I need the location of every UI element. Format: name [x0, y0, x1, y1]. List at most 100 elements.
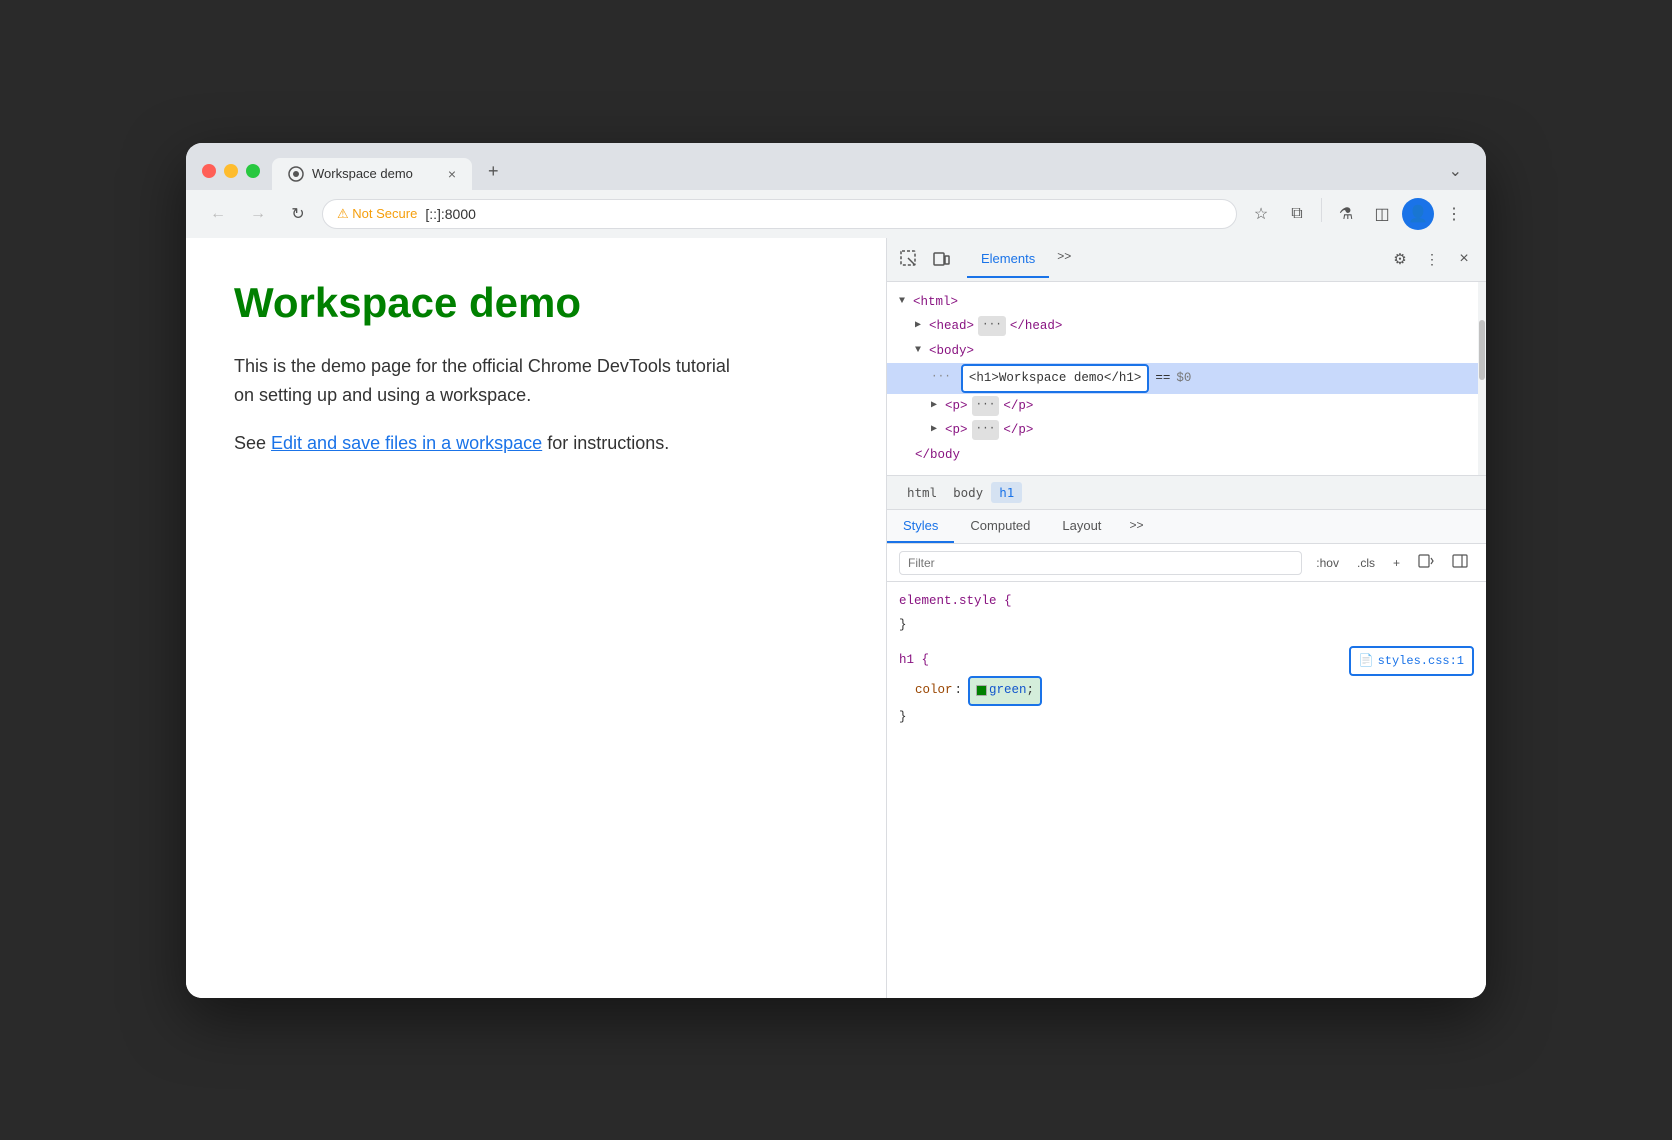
- maximize-window-button[interactable]: [246, 164, 260, 178]
- workspace-link[interactable]: Edit and save files in a workspace: [271, 433, 542, 453]
- h1-close-brace: }: [899, 710, 907, 724]
- styles-tabs: Styles Computed Layout >>: [887, 510, 1486, 544]
- dom-h1-line[interactable]: ··· <h1>Workspace demo</h1> == $0: [887, 363, 1486, 394]
- computed-icon: [1418, 553, 1434, 569]
- paragraph-2-before: See: [234, 433, 271, 453]
- address-bar[interactable]: ⚠ Not Secure [::]:8000: [322, 199, 1237, 229]
- breadcrumb-h1[interactable]: h1: [991, 482, 1022, 503]
- dom-scrollbar-track: [1478, 282, 1486, 476]
- bookmark-button[interactable]: ☆: [1245, 198, 1277, 230]
- dom-p2-line[interactable]: ▶ <p> ··· </p>: [887, 418, 1486, 443]
- devtools-panel: Elements >> ⚙ ⋮ ×: [886, 238, 1486, 998]
- h1-rule-header: h1 { 📄 styles.css:1: [899, 646, 1474, 677]
- more-options-icon: ⋮: [1425, 251, 1439, 268]
- dom-body-tag: <body>: [929, 340, 974, 363]
- browser-window: Workspace demo × + ⌄ ← → ↻ ⚠ Not Secure …: [186, 143, 1486, 998]
- dom-p2-open: <p>: [945, 419, 968, 442]
- lab-button[interactable]: ⚗: [1330, 198, 1362, 230]
- dom-head-close: </head>: [1010, 315, 1063, 338]
- extension-icon: ⧉: [1291, 205, 1302, 223]
- tab-favicon: [288, 166, 304, 182]
- traffic-lights: [202, 164, 260, 190]
- dom-p2-close: </p>: [1003, 419, 1033, 442]
- devtools-more-button[interactable]: ⋮: [1418, 245, 1446, 273]
- split-icon: ◫: [1374, 204, 1389, 224]
- head-ellipsis[interactable]: ···: [978, 316, 1006, 336]
- devtools-toolbar-right: ⚙ ⋮ ×: [1386, 245, 1478, 273]
- hov-button[interactable]: :hov: [1310, 553, 1345, 573]
- dom-p1-close: </p>: [1003, 395, 1033, 418]
- dom-equals: ==: [1155, 367, 1170, 390]
- dom-dots-icon: ···: [931, 368, 951, 388]
- inspect-icon: [900, 250, 918, 268]
- dom-head-open: <head>: [929, 315, 974, 338]
- styles-filter-input[interactable]: [899, 551, 1302, 575]
- computed-style-button[interactable]: [1412, 550, 1440, 575]
- breadcrumb-bar: html body h1: [887, 476, 1486, 510]
- dom-scrollbar-thumb[interactable]: [1479, 320, 1485, 380]
- cls-button[interactable]: .cls: [1351, 553, 1381, 573]
- color-value: green: [989, 683, 1027, 697]
- new-tab-button[interactable]: +: [476, 153, 511, 190]
- active-tab[interactable]: Workspace demo ×: [272, 158, 472, 190]
- styles-css-link[interactable]: 📄 styles.css:1: [1349, 646, 1474, 677]
- tab-list-button[interactable]: ⌄: [1441, 153, 1470, 189]
- element-style-selector: element.style {: [899, 590, 1474, 614]
- devtools-tabs: Elements >>: [959, 241, 1382, 278]
- profile-button[interactable]: 👤: [1402, 198, 1434, 230]
- forward-button[interactable]: →: [242, 198, 274, 230]
- dom-html-line[interactable]: ▼ <html>: [887, 290, 1486, 315]
- back-icon: ←: [210, 205, 226, 223]
- inspect-element-button[interactable]: [895, 245, 923, 273]
- split-button[interactable]: ◫: [1366, 198, 1398, 230]
- styles-tab[interactable]: Styles: [887, 510, 954, 543]
- element-style-text: element.style {: [899, 594, 1012, 608]
- back-button[interactable]: ←: [202, 198, 234, 230]
- menu-button[interactable]: ⋮: [1438, 198, 1470, 230]
- element-style-close-brace: }: [899, 618, 907, 632]
- layout-tab[interactable]: Layout: [1046, 510, 1117, 543]
- close-icon: ×: [1459, 250, 1468, 268]
- p2-ellipsis[interactable]: ···: [972, 420, 1000, 440]
- paragraph-2: See Edit and save files in a workspace f…: [234, 429, 734, 458]
- triangle-html: ▼: [899, 293, 909, 311]
- devtools-close-button[interactable]: ×: [1450, 245, 1478, 273]
- styles-panel: Styles Computed Layout >> :hov .cls +: [887, 510, 1486, 998]
- computed-tab[interactable]: Computed: [954, 510, 1046, 543]
- dom-body-close-partial[interactable]: </body: [887, 443, 1486, 468]
- dom-head-line[interactable]: ▶ <head> ··· </head>: [887, 314, 1486, 339]
- dom-html-tag: <html>: [913, 291, 958, 314]
- refresh-icon: ↻: [291, 204, 304, 224]
- dom-p1-line[interactable]: ▶ <p> ··· </p>: [887, 394, 1486, 419]
- devtools-settings-button[interactable]: ⚙: [1386, 245, 1414, 273]
- navigation-bar: ← → ↻ ⚠ Not Secure [::]:8000 ☆ ⧉ ⚗ ◫: [186, 190, 1486, 238]
- page-body: This is the demo page for the official C…: [234, 352, 734, 458]
- more-styles-tabs-button[interactable]: >>: [1117, 510, 1155, 543]
- h1-rule-close: }: [899, 706, 1474, 730]
- minimize-window-button[interactable]: [224, 164, 238, 178]
- styles-content: element.style { } h1 { 📄 styles.css:1: [887, 582, 1486, 746]
- breadcrumb-html[interactable]: html: [899, 482, 945, 503]
- sidebar-button[interactable]: [1446, 550, 1474, 575]
- color-property: color: [915, 679, 953, 703]
- element-style-rule: element.style { }: [899, 590, 1474, 638]
- dom-dollar-zero: $0: [1176, 367, 1191, 390]
- title-bar: Workspace demo × + ⌄: [186, 143, 1486, 190]
- extension-button[interactable]: ⧉: [1281, 198, 1313, 230]
- elements-tab[interactable]: Elements: [967, 241, 1049, 278]
- more-tabs-button[interactable]: >>: [1049, 241, 1079, 278]
- dom-body-partial: </body: [915, 444, 960, 467]
- bookmark-icon: ☆: [1254, 204, 1268, 224]
- color-swatch[interactable]: [976, 685, 987, 696]
- color-value-highlight: green;: [968, 676, 1042, 706]
- device-toolbar-button[interactable]: [927, 245, 955, 273]
- close-window-button[interactable]: [202, 164, 216, 178]
- breadcrumb-body[interactable]: body: [945, 482, 991, 503]
- triangle-body: ▼: [915, 342, 925, 360]
- lab-icon: ⚗: [1339, 204, 1353, 224]
- refresh-button[interactable]: ↻: [282, 198, 314, 230]
- p1-ellipsis[interactable]: ···: [972, 396, 1000, 416]
- add-style-button[interactable]: +: [1387, 553, 1406, 573]
- dom-body-line[interactable]: ▼ <body>: [887, 339, 1486, 364]
- tab-close-button[interactable]: ×: [448, 166, 456, 182]
